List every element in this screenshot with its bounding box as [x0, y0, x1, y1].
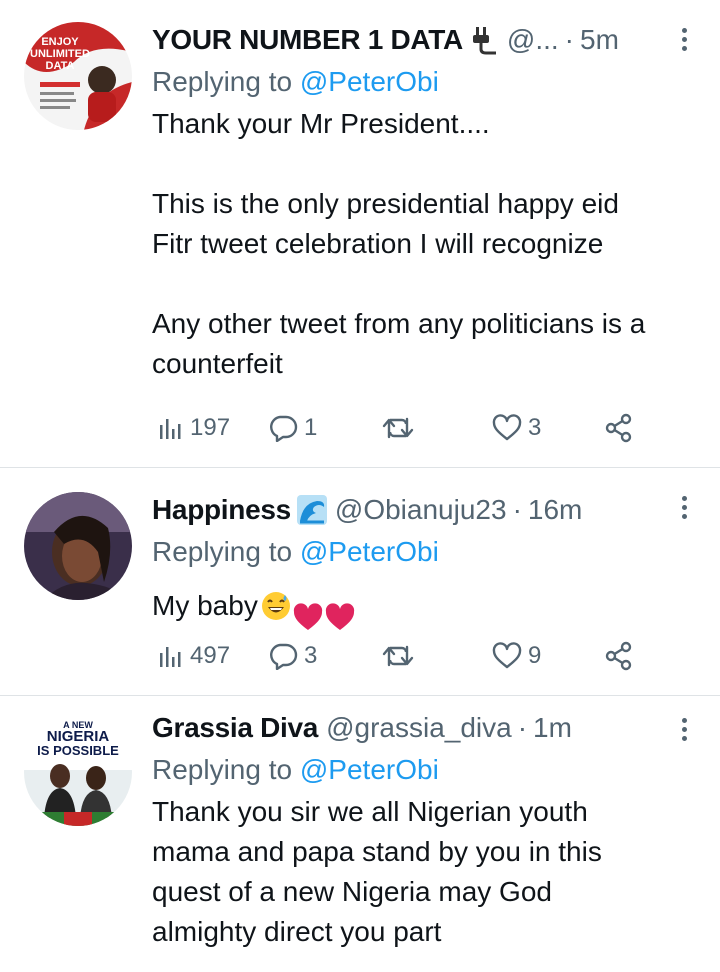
reply-count: 1 [304, 414, 318, 441]
tweet-2[interactable]: Happiness @Obianuju23 · 16m Replying to … [0, 468, 720, 696]
share-icon [605, 413, 632, 443]
share-button[interactable] [604, 638, 634, 674]
reply-button[interactable]: 1 [268, 410, 317, 446]
wave-icon [296, 495, 327, 525]
tweet-text: Thank you sir we all Nigerian youth mama… [152, 796, 602, 947]
display-name[interactable]: Happiness [152, 494, 291, 526]
views-button[interactable]: 497 [158, 638, 230, 674]
avatar-image [24, 492, 132, 600]
tweet-text: My baby [152, 589, 258, 621]
like-count: 3 [528, 414, 542, 441]
retweet-icon [382, 417, 414, 439]
avatar[interactable]: A NEW NIGERIA IS POSSIBLE [24, 718, 132, 826]
reply-count: 3 [304, 642, 318, 669]
analytics-icon [160, 647, 181, 667]
more-options-icon[interactable] [682, 28, 690, 51]
display-name[interactable]: Grassia Diva [152, 712, 318, 744]
avatar-caption-bot: IS POSSIBLE [37, 743, 119, 758]
timestamp[interactable]: 16m [528, 494, 582, 526]
share-button[interactable] [604, 410, 634, 446]
user-handle[interactable]: @... [507, 24, 559, 56]
avatar-caption-mid: NIGERIA [46, 728, 110, 745]
avatar-caption: A NEW NIGERIA IS POSSIBLE [24, 720, 132, 758]
mention-link[interactable]: @PeterObi [300, 536, 439, 567]
retweet-icon [382, 645, 414, 667]
more-options-icon[interactable] [682, 496, 690, 519]
red-heart-icon [324, 574, 356, 637]
user-handle[interactable]: @Obianuju23 [335, 494, 507, 526]
replying-to-line: Replying to @PeterObi [152, 64, 696, 100]
replying-to-line: Replying to @PeterObi [152, 534, 696, 570]
timestamp[interactable]: 5m [580, 24, 619, 56]
user-handle[interactable]: @grassia_diva [326, 712, 512, 744]
tweet-header: YOUR NUMBER 1 DATA @... · 5m [152, 22, 696, 58]
action-bar: 197 1 3 [152, 410, 652, 446]
retweet-button[interactable] [382, 410, 420, 446]
avatar[interactable]: ENJOY UNLIMITED DATA [24, 22, 132, 130]
like-count: 9 [528, 642, 542, 669]
heart-outline-icon [492, 414, 522, 441]
replying-label: Replying to [152, 66, 293, 97]
separator-dot: · [564, 24, 574, 55]
replying-label: Replying to [152, 536, 293, 567]
timestamp[interactable]: 1m [533, 712, 572, 744]
replying-to-line: Replying to @PeterObi [152, 752, 696, 788]
views-button[interactable]: 197 [158, 410, 230, 446]
grinning-sweat-emoji-icon [261, 591, 290, 620]
tweet-text: Thank your Mr President.... This is the … [152, 108, 646, 379]
tweet-text-container: My baby [152, 574, 696, 637]
reply-button[interactable]: 3 [268, 638, 317, 674]
red-heart-icon [292, 574, 324, 637]
tweet-header: Happiness @Obianuju23 · 16m [152, 492, 696, 528]
plug-icon [469, 25, 499, 55]
views-count: 497 [190, 642, 231, 669]
avatar-caption: ENJOY UNLIMITED DATA [30, 36, 90, 72]
tweet-header: Grassia Diva @grassia_diva · 1m [152, 710, 696, 746]
separator-dot: · [512, 494, 522, 525]
retweet-button[interactable] [382, 638, 420, 674]
action-bar: 497 3 9 [152, 638, 652, 674]
like-button[interactable]: 9 [492, 638, 541, 674]
heart-outline-icon [492, 642, 522, 669]
replying-label: Replying to [152, 754, 293, 785]
avatar[interactable] [24, 492, 132, 600]
display-name[interactable]: YOUR NUMBER 1 DATA [152, 24, 463, 56]
more-options-icon[interactable] [682, 718, 690, 741]
views-count: 197 [190, 414, 231, 441]
reply-icon [270, 415, 298, 442]
separator-dot: · [517, 712, 528, 743]
tweet-1[interactable]: ENJOY UNLIMITED DATA YOUR NUMBER 1 DATA … [0, 0, 720, 468]
analytics-icon [160, 419, 181, 439]
like-button[interactable]: 3 [492, 410, 541, 446]
mention-link[interactable]: @PeterObi [300, 754, 439, 785]
reply-icon [270, 643, 298, 670]
tweet-3[interactable]: A NEW NIGERIA IS POSSIBLE Grassia Diva @… [0, 696, 720, 972]
share-icon [605, 641, 632, 671]
mention-link[interactable]: @PeterObi [300, 66, 439, 97]
